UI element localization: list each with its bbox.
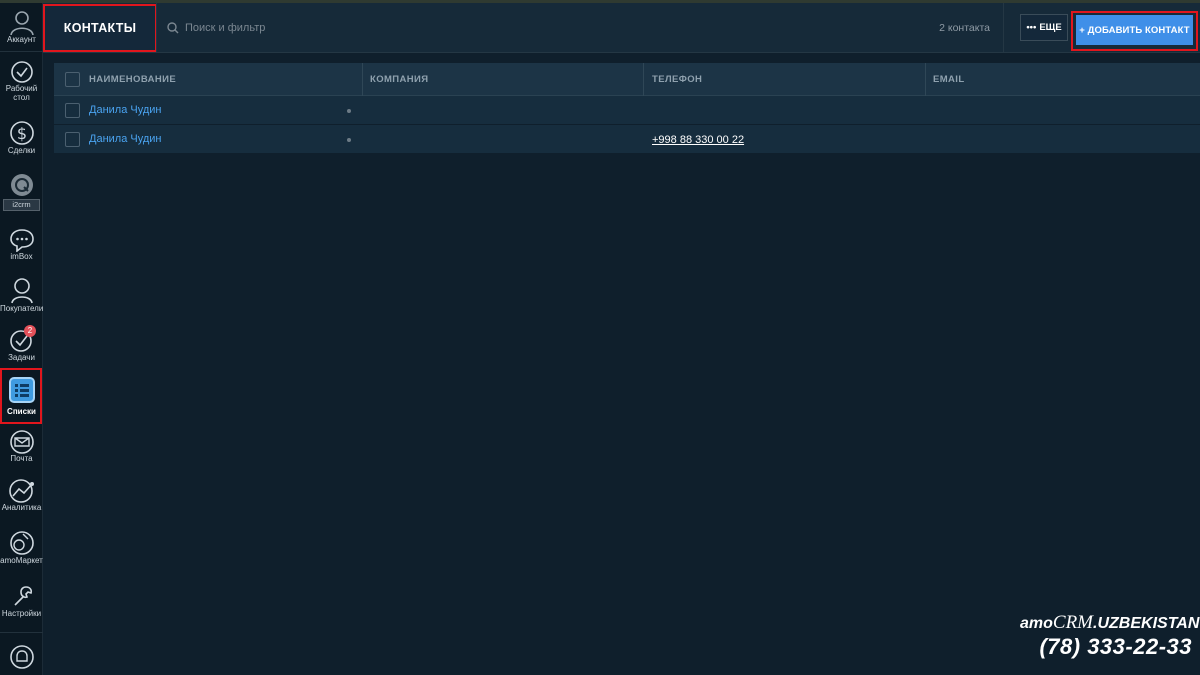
watermark-phone: (78) 333-22-33 (1039, 634, 1192, 659)
sidebar-item-dashboard[interactable]: Рабочий стол (0, 60, 43, 102)
sidebar-item-label: Сделки (7, 146, 36, 155)
i2crm-icon (10, 174, 33, 196)
sidebar-divider (0, 51, 43, 52)
sidebar-item-account[interactable]: Аккаунт (0, 9, 43, 44)
status-dot (347, 109, 351, 113)
table-header: НАИМЕНОВАНИЕ КОМПАНИЯ ТЕЛЕФОН EMAIL (54, 63, 1200, 96)
column-header-phone[interactable]: ТЕЛЕФОН (652, 74, 702, 85)
lists-icon (8, 377, 35, 403)
search-input[interactable] (185, 18, 585, 38)
sidebar-item-label: Списки (7, 407, 36, 416)
table-row: Данила Чудин (54, 96, 1200, 125)
top-bar: КОНТАКТЫ 2 контакта ••• ЕЩЕ + ДОБАВИТЬ К… (43, 3, 1200, 53)
sidebar-item-label: Аккаунт (7, 35, 36, 44)
contact-name-link[interactable]: Данила Чудин (89, 133, 161, 145)
account-icon (9, 11, 34, 35)
contacts-count: 2 контакта (939, 22, 990, 34)
svg-text:$: $ (16, 124, 26, 143)
sidebar-item-mail[interactable]: Почта (0, 430, 43, 463)
sidebar-item-analytics[interactable]: Аналитика (0, 479, 43, 512)
column-divider (925, 63, 926, 96)
status-dot (347, 138, 351, 142)
sidebar-item-market[interactable]: amoМаркет (0, 530, 43, 565)
contact-name-link[interactable]: Данила Чудин (89, 104, 161, 116)
dashboard-icon (10, 61, 33, 83)
market-icon (9, 531, 34, 555)
settings-icon (13, 586, 32, 606)
add-contact-button[interactable]: + ДОБАВИТЬ КОНТАКТ (1076, 15, 1193, 45)
contacts-table: НАИМЕНОВАНИЕ КОМПАНИЯ ТЕЛЕФОН EMAIL Дани… (54, 63, 1200, 154)
sidebar-item-label: Аналитика (1, 503, 42, 512)
row-checkbox[interactable] (65, 132, 80, 147)
column-header-name[interactable]: НАИМЕНОВАНИЕ (89, 74, 176, 85)
sidebar-item-label: amoМаркет (0, 556, 43, 565)
sidebar-item-label: Почта (10, 454, 33, 463)
column-divider (643, 63, 644, 96)
more-dots-icon: ••• (1026, 22, 1037, 33)
sidebar: Аккаунт Рабочий стол $ Сделки i2crm imBo… (0, 3, 43, 675)
page-title-box[interactable]: КОНТАКТЫ (43, 4, 157, 52)
sidebar-item-lists[interactable]: Списки (0, 377, 43, 416)
column-header-company[interactable]: КОМПАНИЯ (370, 74, 429, 85)
column-header-email[interactable]: EMAIL (933, 74, 965, 85)
sidebar-divider (0, 632, 43, 633)
table-row: Данила Чудин +998 88 330 00 22 (54, 125, 1200, 154)
row-checkbox[interactable] (65, 103, 80, 118)
sidebar-item-settings[interactable]: Настройки (0, 583, 43, 618)
sidebar-item-customers[interactable]: Покупатели (0, 276, 43, 313)
sidebar-item-label: Покупатели (0, 304, 43, 313)
page-title: КОНТАКТЫ (63, 21, 137, 35)
watermark-brand: amoCRM.UZBEKISTAN (1020, 612, 1200, 633)
deals-icon: $ (9, 121, 34, 145)
add-contact-label: + ДОБАВИТЬ КОНТАКТ (1079, 24, 1190, 36)
chat-icon (9, 229, 34, 252)
more-label: ЕЩЕ (1039, 22, 1062, 33)
sidebar-item-label: Настройки (1, 609, 42, 618)
column-divider (362, 63, 363, 96)
toolbar-divider (1003, 3, 1004, 53)
sidebar-item-tasks[interactable]: 2 Задачи (0, 325, 43, 362)
customers-icon (10, 278, 33, 304)
notifications-icon (9, 645, 34, 669)
tasks-badge: 2 (24, 325, 36, 337)
sidebar-item-deals[interactable]: $ Сделки (0, 120, 43, 155)
more-button[interactable]: ••• ЕЩЕ (1020, 14, 1068, 41)
search-icon (167, 22, 179, 34)
sidebar-item-label: Рабочий стол (5, 84, 38, 102)
select-all-checkbox[interactable] (65, 72, 80, 87)
mail-icon (9, 430, 34, 454)
analytics-icon (8, 479, 34, 503)
sidebar-item-label: imBox (10, 252, 33, 261)
title-divider (156, 3, 157, 53)
sidebar-item-i2crm[interactable]: i2crm (0, 173, 43, 211)
contact-phone-link[interactable]: +998 88 330 00 22 (652, 134, 744, 146)
sidebar-item-imbox[interactable]: imBox (0, 228, 43, 261)
sidebar-item-notifications[interactable] (0, 644, 43, 670)
sidebar-item-label: i2crm (3, 199, 40, 211)
amocrm-watermark: amoCRM.UZBEKISTAN (78) 333-22-33 (1020, 612, 1200, 660)
sidebar-item-label: Задачи (8, 353, 35, 362)
